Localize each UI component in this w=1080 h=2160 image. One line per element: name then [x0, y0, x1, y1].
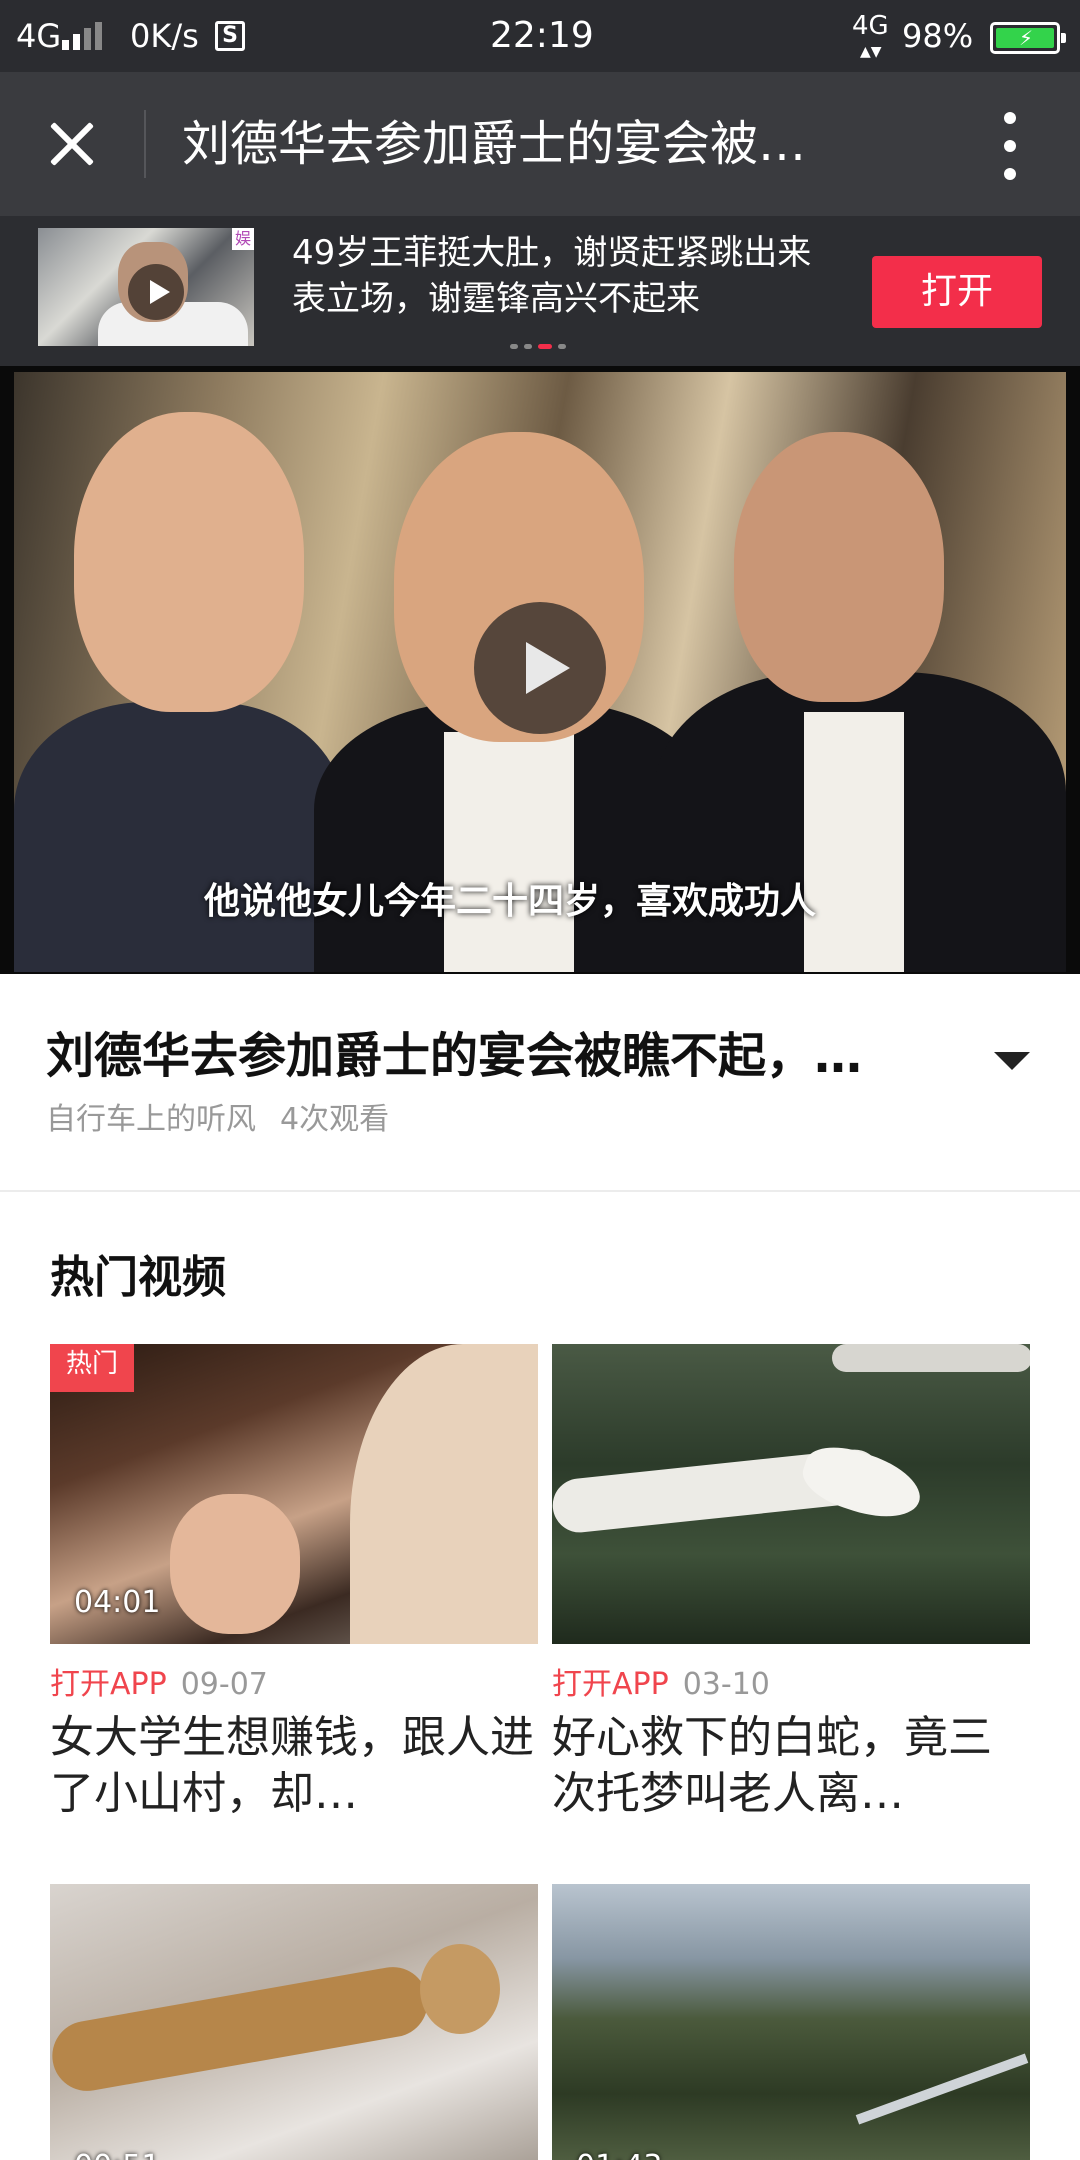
promo-headline[interactable]: 49岁王菲挺大肚，谢贤赶紧跳出来表立场，谢霆锋高兴不起来: [292, 230, 832, 322]
video-meta: 自行车上的听风 4次观看: [46, 1100, 389, 1140]
card-title[interactable]: 好心救下的白蛇，竟三次托梦叫老人离…: [552, 1710, 1030, 1822]
video-card[interactable]: 00:51: [50, 1884, 538, 2160]
card-meta: 打开APP 03-10: [552, 1666, 1030, 1704]
network-speed: 0K/s: [130, 17, 199, 55]
section-title: 热门视频: [50, 1252, 226, 1303]
video-card[interactable]: 打开APP 03-10 好心救下的白蛇，竟三次托梦叫老人离…: [552, 1344, 1030, 1822]
signal-icon: [62, 20, 108, 50]
card-meta: 打开APP 09-07: [50, 1666, 538, 1704]
video-thumbnail[interactable]: 01:43: [552, 1884, 1030, 2160]
status-bar: 4G 0K/s S 22:19 4G ▲▼ 98% ⚡: [0, 0, 1080, 72]
data-activity-icon: 4G ▲▼: [852, 11, 889, 60]
video-thumbnail[interactable]: 00:51: [50, 1884, 538, 2160]
play-icon[interactable]: [474, 602, 606, 734]
divider: [0, 1190, 1080, 1192]
date-label: 03-10: [682, 1667, 770, 1702]
close-icon[interactable]: [36, 108, 108, 180]
card-title[interactable]: 女大学生想赚钱，跟人进了小山村，却…: [50, 1710, 538, 1822]
page-title: 刘德华去参加爵士的宴会被…: [182, 116, 807, 172]
video-title: 刘德华去参加爵士的宴会被瞧不起，…: [46, 1028, 863, 1084]
expand-arrow-icon[interactable]: [994, 1052, 1030, 1070]
video-card[interactable]: 热门 04:01 打开APP 09-07 女大学生想赚钱，跟人进了小山村，却…: [50, 1344, 538, 1822]
author-name[interactable]: 自行车上的听风: [46, 1102, 256, 1137]
date-label: 09-07: [180, 1667, 268, 1702]
view-count: 4次观看: [280, 1102, 390, 1137]
duration-label: 01:43: [576, 2149, 662, 2160]
open-app-button[interactable]: 打开: [872, 256, 1042, 328]
video-subtitle: 他说他女儿今年二十四岁，喜欢成功人: [204, 881, 817, 922]
network-type: 4G: [16, 17, 62, 55]
carousel-indicator: [510, 342, 590, 350]
video-card[interactable]: 01:43: [552, 1884, 1030, 2160]
divider: [144, 110, 146, 178]
s-app-icon: S: [215, 21, 245, 51]
play-icon[interactable]: [128, 264, 184, 320]
clock: 22:19: [490, 15, 594, 56]
battery-icon: ⚡: [990, 22, 1066, 54]
video-player[interactable]: 他说他女儿今年二十四岁，喜欢成功人: [0, 366, 1080, 974]
promo-thumbnail[interactable]: 娱: [38, 228, 254, 346]
video-thumbnail[interactable]: [552, 1344, 1030, 1644]
battery-percent: 98%: [902, 17, 974, 55]
duration-label: 00:51: [74, 2149, 160, 2160]
promo-banner[interactable]: 娱 49岁王菲挺大肚，谢贤赶紧跳出来表立场，谢霆锋高兴不起来 打开: [0, 216, 1080, 366]
open-app-link[interactable]: 打开APP: [552, 1667, 669, 1702]
title-bar: 刘德华去参加爵士的宴会被…: [0, 72, 1080, 216]
open-app-link[interactable]: 打开APP: [50, 1667, 167, 1702]
category-tag: 娱: [232, 228, 254, 250]
hot-badge: 热门: [50, 1344, 134, 1392]
duration-label: 04:01: [74, 1585, 161, 1620]
more-options-icon[interactable]: [990, 110, 1030, 182]
network-type-right: 4G: [852, 11, 889, 41]
video-thumbnail[interactable]: 热门 04:01: [50, 1344, 538, 1644]
